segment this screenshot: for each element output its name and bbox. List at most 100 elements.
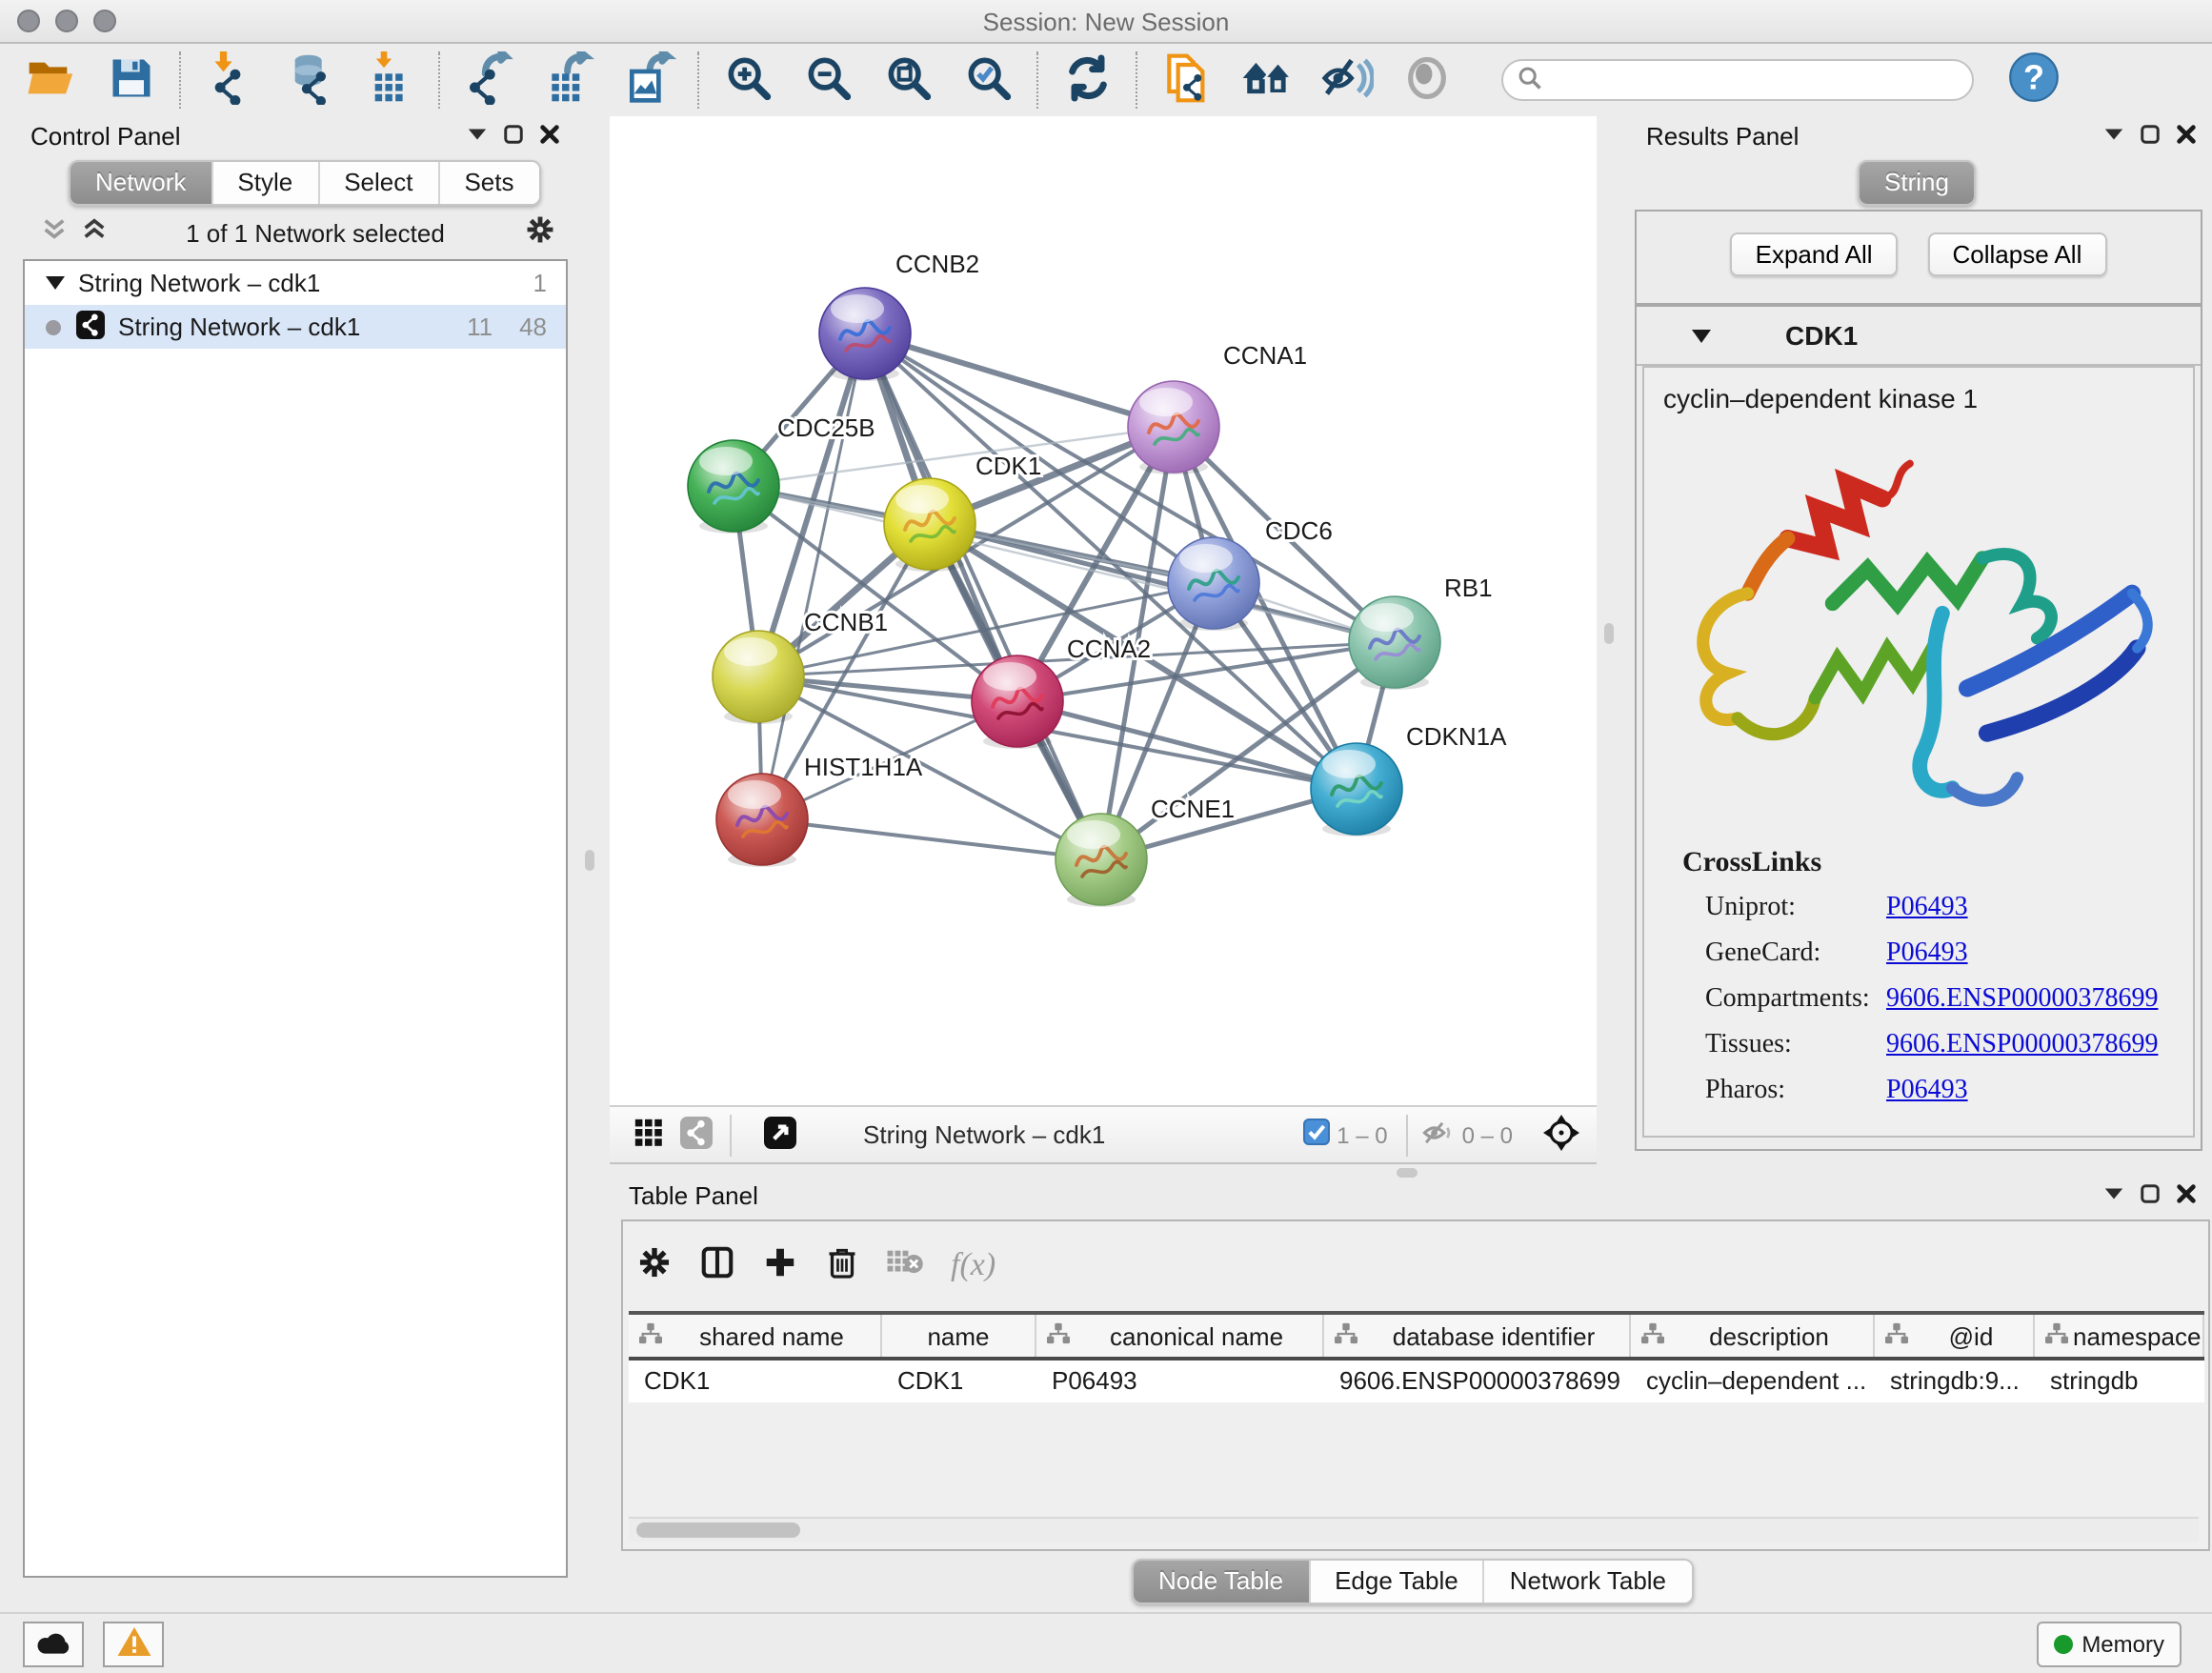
network-node-CCNA1[interactable]: CCNA1 [1128, 341, 1307, 474]
node-label-CDK1: CDK1 [975, 452, 1041, 480]
table-close-icon[interactable] [2176, 1181, 2197, 1210]
export-network-button[interactable] [461, 51, 518, 109]
crosslink-value[interactable]: P06493 [1886, 894, 1968, 924]
network-node-CCNE1[interactable]: CCNE1 [1056, 795, 1235, 907]
network-edge[interactable] [762, 819, 1101, 859]
protein-structure-image [1673, 448, 2172, 829]
tab-network[interactable]: Network [70, 162, 212, 204]
chevron-double-up-icon[interactable] [82, 217, 107, 248]
search-input[interactable] [1551, 61, 1972, 99]
column-header-description[interactable]: description [1631, 1315, 1875, 1357]
chevron-double-down-icon[interactable] [42, 217, 67, 248]
tab-select[interactable]: Select [319, 162, 439, 204]
network-node-RB1[interactable]: RB1 [1349, 574, 1493, 690]
crosslink-value[interactable]: 9606.ENSP00000378699 [1886, 985, 2158, 1016]
selected-checkbox-icon[interactable] [1302, 1119, 1329, 1151]
help-button[interactable]: ? [2004, 51, 2061, 109]
network-edge[interactable] [762, 333, 865, 819]
table-row[interactable]: CDK1CDK1P064939606.ENSP00000378699cyclin… [629, 1361, 2204, 1402]
save-session-button[interactable] [103, 51, 160, 109]
tab-sets[interactable]: Sets [439, 162, 538, 204]
zoom-fit-button[interactable] [880, 51, 937, 109]
import-network-button[interactable] [202, 51, 259, 109]
birdseye-view-button[interactable] [756, 1106, 802, 1163]
fit-selected-button[interactable] [1536, 1106, 1585, 1163]
column-label: canonical name [1071, 1321, 1322, 1350]
table-options-gear-icon[interactable] [636, 1244, 673, 1286]
network-node-CCNB1[interactable]: CCNB1 [713, 608, 888, 724]
crosslink-value[interactable]: 9606.ENSP00000378699 [1886, 1031, 2158, 1061]
results-float-icon[interactable] [2140, 122, 2161, 151]
node-label-CDC25B: CDC25B [777, 413, 875, 442]
collapse-tree-icon[interactable] [44, 269, 67, 297]
share-view-button[interactable] [673, 1106, 718, 1163]
tab-node-table[interactable]: Node Table [1134, 1561, 1310, 1602]
network-node-CDKN1A[interactable]: CDKN1A [1311, 722, 1507, 836]
grid-icon [632, 1116, 664, 1154]
column-header-sharedname[interactable]: shared name [629, 1315, 882, 1357]
network-edge[interactable] [865, 333, 1174, 427]
network-options-gear-icon[interactable] [524, 213, 556, 252]
show-panel-button[interactable] [1398, 51, 1456, 109]
results-close-icon[interactable] [2176, 122, 2197, 151]
network-node-HIST1H1A[interactable]: HIST1H1A [716, 753, 923, 867]
table-horizontal-scrollbar[interactable] [629, 1517, 2199, 1542]
float-panel-icon[interactable] [503, 122, 524, 151]
network-canvas[interactable]: CCNB2CCNA1CDC25BCDK1CDC6RB1CCNB1CCNA2CDK… [610, 116, 1597, 1105]
add-column-icon[interactable] [762, 1244, 798, 1286]
zoom-selected-button[interactable] [960, 51, 1017, 109]
close-panel-icon[interactable] [539, 122, 560, 151]
zoom-out-button[interactable] [800, 51, 857, 109]
bottom-splitter-handle[interactable] [1397, 1168, 1418, 1178]
cloud-icon [34, 1628, 72, 1661]
left-splitter-handle[interactable] [585, 850, 594, 871]
cloud-status-button[interactable] [23, 1622, 84, 1667]
tab-style[interactable]: Style [212, 162, 319, 204]
save-session-icon [107, 52, 156, 108]
hide-panels-button[interactable] [1318, 51, 1376, 109]
memory-button[interactable]: Memory [2036, 1622, 2182, 1667]
import-table-button[interactable] [362, 51, 419, 109]
expand-all-button[interactable]: Expand All [1731, 232, 1898, 276]
tab-network-table[interactable]: Network Table [1485, 1561, 1691, 1602]
tree-icon [638, 1321, 663, 1350]
column-header-id[interactable]: @id [1875, 1315, 2035, 1357]
zoom-in-button[interactable] [720, 51, 777, 109]
scrollbar-thumb[interactable] [636, 1522, 800, 1538]
column-label: shared name [663, 1321, 880, 1350]
crosslink-value[interactable]: P06493 [1886, 939, 1968, 970]
refresh-button[interactable] [1059, 51, 1116, 109]
network-node-CDC25B[interactable]: CDC25B [688, 413, 875, 534]
table-menu-icon[interactable] [2103, 1181, 2124, 1210]
show-columns-icon[interactable] [699, 1244, 735, 1286]
grid-view-button[interactable] [625, 1106, 671, 1163]
column-header-canonicalname[interactable]: canonical name [1036, 1315, 1324, 1357]
warnings-button[interactable] [103, 1622, 164, 1667]
home-button[interactable] [1238, 51, 1296, 109]
results-menu-icon[interactable] [2103, 122, 2124, 151]
search-field[interactable] [1501, 59, 1974, 101]
column-header-namespace[interactable]: namespace [2035, 1315, 2204, 1357]
open-session-button[interactable] [23, 51, 80, 109]
collapse-all-button[interactable]: Collapse All [1928, 232, 2107, 276]
panel-menu-icon[interactable] [467, 122, 488, 151]
crosslink-row: GeneCard: P06493 [1705, 939, 2182, 970]
table-tabs: Node TableEdge TableNetwork Table [1132, 1559, 1693, 1604]
right-splitter-handle[interactable] [1604, 623, 1614, 644]
tab-edge-table[interactable]: Edge Table [1310, 1561, 1485, 1602]
copy-document-button[interactable] [1158, 51, 1216, 109]
export-image-button[interactable] [621, 51, 678, 109]
crosslink-value[interactable]: P06493 [1886, 1077, 1968, 1107]
hidden-eye-icon[interactable] [1422, 1118, 1455, 1152]
network-collection-row[interactable]: String Network – cdk1 1 [25, 261, 566, 305]
export-table-button[interactable] [541, 51, 598, 109]
import-database-button[interactable] [282, 51, 339, 109]
table-float-icon[interactable] [2140, 1181, 2161, 1210]
network-row-selected[interactable]: String Network – cdk1 11 48 [25, 305, 566, 349]
tab-string[interactable]: String [1860, 162, 1974, 204]
gene-collapse-icon[interactable] [1690, 321, 1713, 350]
column-header-name[interactable]: name [882, 1315, 1036, 1357]
clear-table-icon [886, 1246, 924, 1284]
delete-column-icon[interactable] [825, 1244, 859, 1286]
column-header-databaseidentifier[interactable]: database identifier [1324, 1315, 1631, 1357]
